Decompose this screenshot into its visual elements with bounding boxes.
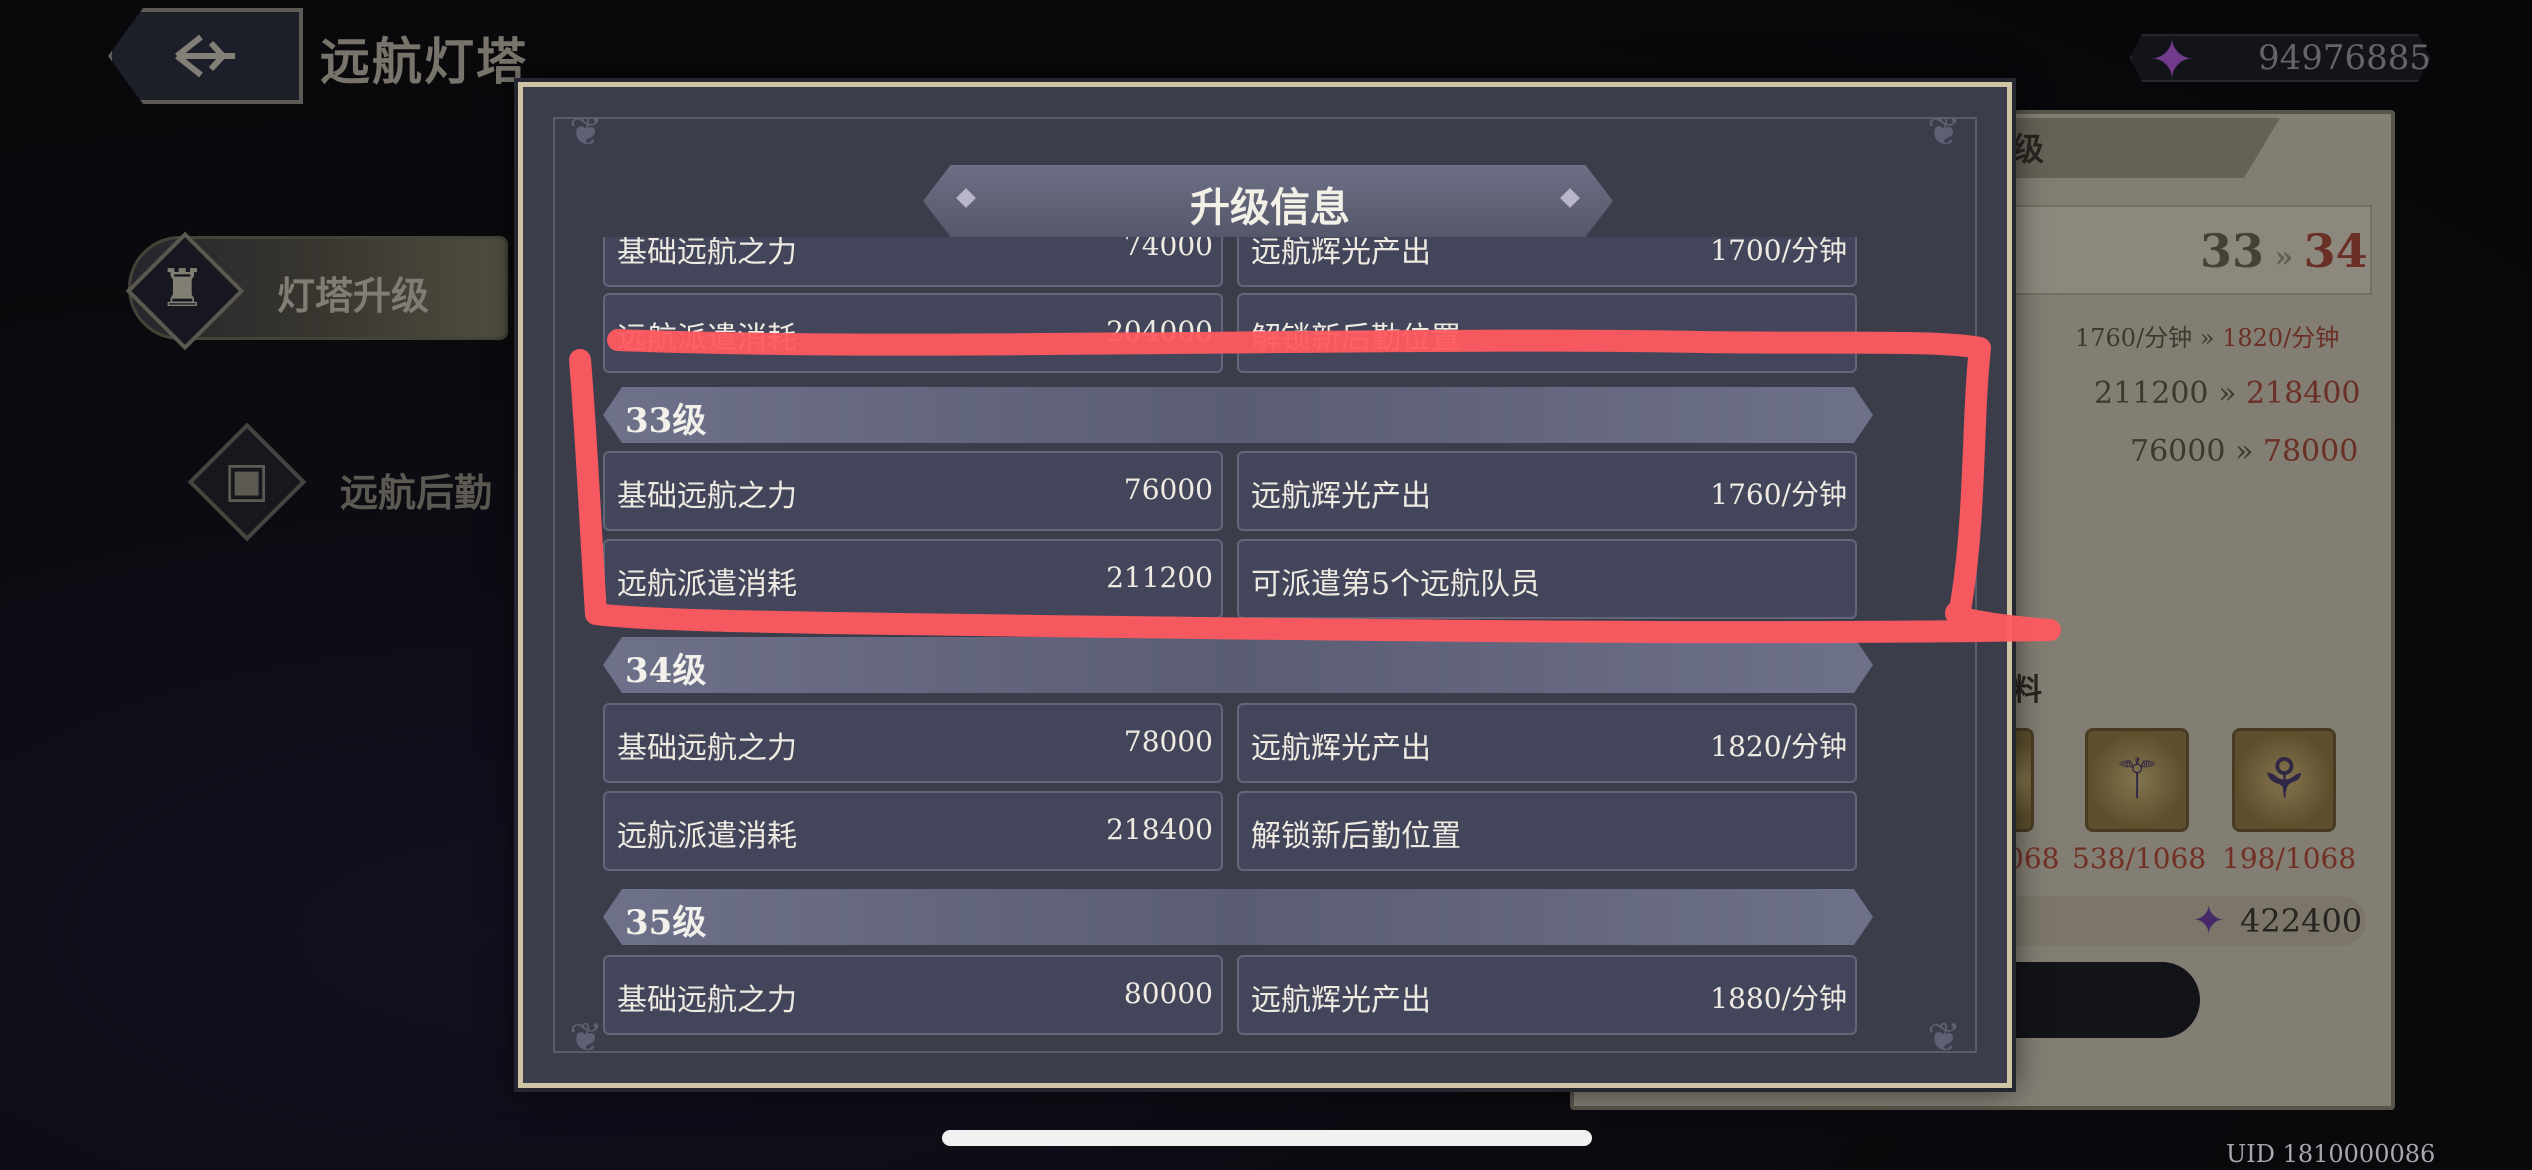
- stat-cell: 解锁新后勤位置: [1237, 791, 1857, 871]
- upgrade-info-modal: ❦ ❦ ❦ ❦ 基础远航之力 74000 远航辉光产出 1700/分钟 远航派遣消耗…: [518, 82, 2012, 1088]
- stat-cell: 远航派遣消耗 218400: [603, 791, 1223, 871]
- user-id: UID 1810000086: [2226, 1140, 2436, 1168]
- modal-title: 升级信息: [1190, 184, 1350, 231]
- level-header: 35级: [603, 889, 1873, 945]
- level-header: 34级: [603, 637, 1873, 693]
- stat-cell: 远航辉光产出 1820/分钟: [1237, 703, 1857, 783]
- stat-cell: 基础远航之力 80000: [603, 955, 1223, 1035]
- home-indicator[interactable]: [942, 1130, 1592, 1146]
- stat-cell: 可派遣第5个远航队员: [1237, 539, 1857, 619]
- corner-ornament-icon: ❦: [1927, 109, 1961, 155]
- stat-cell: 远航辉光产出 1760/分钟: [1237, 451, 1857, 531]
- stat-cell: 远航辉光产出 1880/分钟: [1237, 955, 1857, 1035]
- corner-ornament-icon: ❦: [569, 109, 603, 155]
- stat-cell: 基础远航之力 74000: [603, 237, 1223, 287]
- stat-cell: 远航派遣消耗 204000: [603, 293, 1223, 373]
- stat-cell: 远航派遣消耗 211200: [603, 539, 1223, 619]
- stat-cell: 远航辉光产出 1700/分钟: [1237, 237, 1857, 287]
- stat-cell: 基础远航之力 78000: [603, 703, 1223, 783]
- upgrade-list[interactable]: 基础远航之力 74000 远航辉光产出 1700/分钟 远航派遣消耗 204000 解…: [603, 237, 1937, 1057]
- stat-cell: 基础远航之力 76000: [603, 451, 1223, 531]
- level-header: 33级: [603, 387, 1873, 443]
- stat-cell: 解锁新后勤位置: [1237, 293, 1857, 373]
